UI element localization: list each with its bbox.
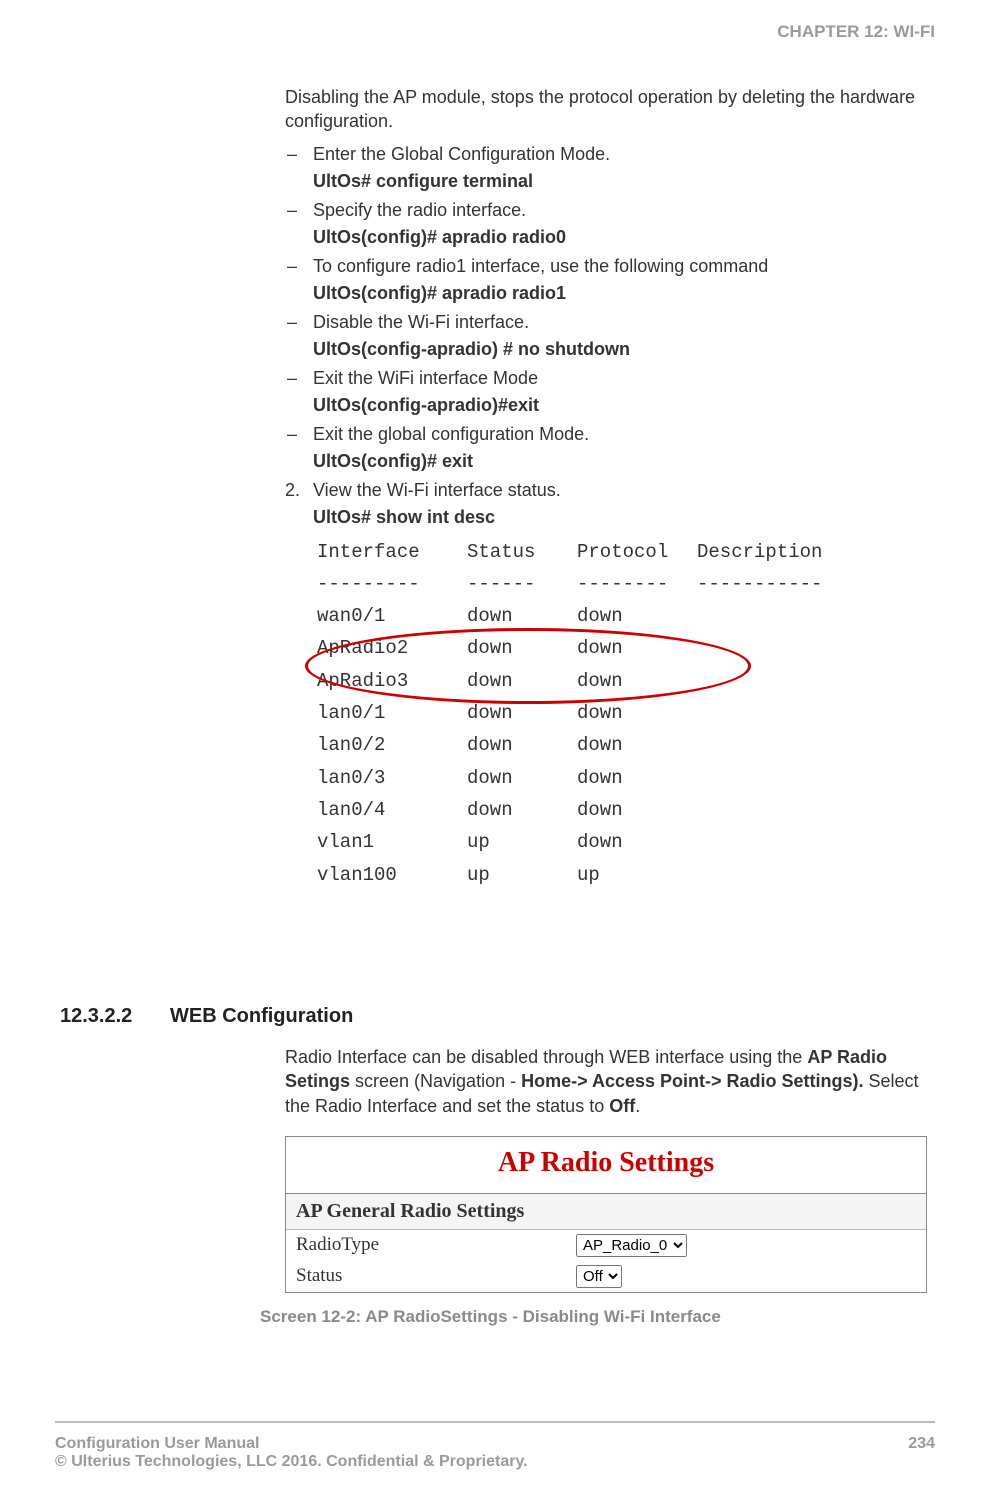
- command-line: UltOs# show int desc: [313, 507, 935, 528]
- step-text: Exit the global configuration Mode.: [313, 424, 589, 444]
- cell-if: ---------: [317, 568, 467, 600]
- table-row: vlan100upup: [317, 859, 935, 891]
- cell-prot: up: [577, 859, 697, 891]
- cell-if: ApRadio2: [317, 632, 467, 664]
- table-row: lan0/1downdown: [317, 697, 935, 729]
- step-text: Enter the Global Configuration Mode.: [313, 144, 610, 164]
- step-text: Specify the radio interface.: [313, 200, 526, 220]
- cli-output: InterfaceStatusProtocolDescription------…: [317, 536, 935, 891]
- table-row: wan0/1downdown: [317, 600, 935, 632]
- table-row: ApRadio2downdown: [317, 632, 935, 664]
- settings-subtitle: AP General Radio Settings: [286, 1194, 926, 1230]
- status-label: Status: [296, 1265, 576, 1287]
- command-line: UltOs(config)# exit: [313, 451, 935, 472]
- footer-rule: [55, 1421, 935, 1423]
- cell-if: lan0/4: [317, 794, 467, 826]
- settings-title: AP Radio Settings: [286, 1137, 926, 1193]
- numbered-step-2: 2. View the Wi-Fi interface status. UltO…: [285, 480, 935, 528]
- footer-copyright: © Ulterius Technologies, LLC 2016. Confi…: [55, 1453, 528, 1471]
- cell-if: wan0/1: [317, 600, 467, 632]
- dash-step: Disable the Wi-Fi interface. UltOs(config…: [285, 312, 935, 360]
- table-row: vlan1updown: [317, 826, 935, 858]
- cell-desc: -----------: [697, 568, 857, 600]
- bold-text: Home-> Access Point-> Radio Settings).: [521, 1071, 863, 1091]
- table-row: ApRadio3downdown: [317, 665, 935, 697]
- table-separator-row: ----------------------------------: [317, 568, 935, 600]
- cell-if: lan0/2: [317, 729, 467, 761]
- dash-step: Exit the global configuration Mode. UltOs…: [285, 424, 935, 472]
- text: screen (Navigation -: [350, 1071, 521, 1091]
- cell-stat: down: [467, 729, 577, 761]
- cell-if: lan0/1: [317, 697, 467, 729]
- text: .: [635, 1096, 640, 1116]
- cell-stat: ------: [467, 568, 577, 600]
- dash-step: Enter the Global Configuration Mode. UltO…: [285, 144, 935, 192]
- command-line: UltOs(config-apradio)#exit: [313, 395, 935, 416]
- bold-text: Off: [609, 1096, 635, 1116]
- radiotype-select[interactable]: AP_Radio_0: [576, 1234, 687, 1257]
- ap-radio-settings-screenshot: AP Radio Settings AP General Radio Setti…: [285, 1136, 927, 1293]
- dash-step: Exit the WiFi interface Mode UltOs(config…: [285, 368, 935, 416]
- status-row: Status Off: [286, 1261, 926, 1292]
- step-text: To configure radio1 interface, use the f…: [313, 256, 768, 276]
- cell-if: ApRadio3: [317, 665, 467, 697]
- footer-manual-title: Configuration User Manual: [55, 1435, 528, 1453]
- step-text: Disable the Wi-Fi interface.: [313, 312, 529, 332]
- radiotype-label: RadioType: [296, 1234, 576, 1256]
- table-row: lan0/3downdown: [317, 762, 935, 794]
- cell-if: vlan1: [317, 826, 467, 858]
- cell-if: lan0/3: [317, 762, 467, 794]
- cell-stat: down: [467, 665, 577, 697]
- radiotype-row: RadioType AP_Radio_0: [286, 1230, 926, 1261]
- cell-stat: down: [467, 762, 577, 794]
- dash-step: To configure radio1 interface, use the f…: [285, 256, 935, 304]
- intro-paragraph: Disabling the AP module, stops the proto…: [285, 85, 935, 134]
- section-number: 12.3.2.2: [60, 1005, 132, 1028]
- cell-stat: up: [467, 859, 577, 891]
- cell-prot: down: [577, 632, 697, 664]
- cell-stat: down: [467, 632, 577, 664]
- figure-caption: Screen 12-2: AP RadioSettings - Disablin…: [260, 1307, 935, 1327]
- command-line: UltOs# configure terminal: [313, 171, 935, 192]
- status-select[interactable]: Off: [576, 1265, 622, 1288]
- cell-if: Interface: [317, 536, 467, 568]
- cell-prot: down: [577, 729, 697, 761]
- cell-prot: down: [577, 762, 697, 794]
- command-line: UltOs(config)# apradio radio0: [313, 227, 935, 248]
- text: Radio Interface can be disabled through …: [285, 1047, 807, 1067]
- page-number: 234: [908, 1435, 935, 1471]
- cell-stat: Status: [467, 536, 577, 568]
- cell-stat: down: [467, 600, 577, 632]
- cell-prot: down: [577, 665, 697, 697]
- step-number: 2.: [285, 480, 300, 501]
- footer: Configuration User Manual © Ulterius Tec…: [55, 1435, 935, 1471]
- cell-stat: down: [467, 794, 577, 826]
- step-list: Enter the Global Configuration Mode. UltO…: [285, 144, 935, 472]
- chapter-header: CHAPTER 12: WI-FI: [777, 22, 935, 42]
- step-text: View the Wi-Fi interface status.: [313, 480, 561, 500]
- command-line: UltOs(config)# apradio radio1: [313, 283, 935, 304]
- dash-step: Specify the radio interface. UltOs(config…: [285, 200, 935, 248]
- cell-prot: down: [577, 600, 697, 632]
- cell-prot: down: [577, 826, 697, 858]
- table-row: lan0/4downdown: [317, 794, 935, 826]
- content-area: Disabling the AP module, stops the proto…: [60, 85, 935, 891]
- cell-stat: down: [467, 697, 577, 729]
- section-title: WEB Configuration: [170, 1005, 353, 1027]
- cell-if: vlan100: [317, 859, 467, 891]
- cell-prot: down: [577, 697, 697, 729]
- web-config-paragraph: Radio Interface can be disabled through …: [285, 1045, 935, 1118]
- cell-desc: Description: [697, 536, 857, 568]
- table-header-row: InterfaceStatusProtocolDescription: [317, 536, 935, 568]
- cell-prot: Protocol: [577, 536, 697, 568]
- cell-stat: up: [467, 826, 577, 858]
- step-text: Exit the WiFi interface Mode: [313, 368, 538, 388]
- table-row: lan0/2downdown: [317, 729, 935, 761]
- cell-prot: --------: [577, 568, 697, 600]
- command-line: UltOs(config-apradio) # no shutdown: [313, 339, 935, 360]
- cell-prot: down: [577, 794, 697, 826]
